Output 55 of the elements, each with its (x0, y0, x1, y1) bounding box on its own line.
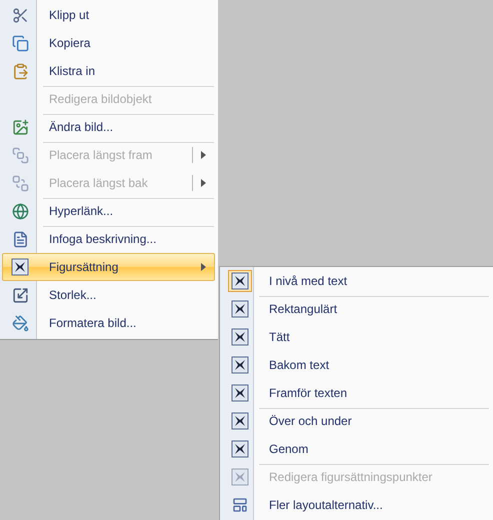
menu-item-label: Formatera bild... (48, 316, 138, 330)
menu-item-label: Placera längst bak (48, 176, 149, 190)
wrap-icon (231, 412, 249, 430)
wrap-icon (11, 258, 29, 276)
wrap-icon (231, 300, 249, 318)
paint-bucket-icon (12, 314, 28, 332)
copy-icon (12, 34, 28, 52)
menu-item-label: Storlek... (48, 288, 98, 302)
submenu-arrow-icon (201, 151, 206, 159)
menu-item[interactable]: Figursättning (2, 253, 215, 281)
menu-item-label: Klipp ut (48, 8, 90, 22)
picture-icon (12, 118, 28, 136)
submenu-arrow-icon (201, 179, 206, 187)
wrap-icon (231, 468, 249, 486)
menu-item[interactable]: Tätt (222, 323, 490, 351)
menu-item-label: Redigera bildobjekt (48, 92, 153, 106)
document-icon (12, 230, 28, 248)
scissors-icon (12, 6, 28, 24)
menu-item[interactable]: Klistra in (2, 57, 215, 85)
menu-item-label: Tätt (268, 330, 291, 344)
layers-icon (12, 146, 28, 164)
wrap-icon (231, 356, 249, 374)
menu-item-label: Redigera figursättningspunkter (268, 470, 434, 484)
layers-icon (12, 174, 28, 192)
wrap-icon (231, 328, 249, 346)
menu-item-label: Fler layoutalternativ... (268, 498, 384, 512)
menu-item[interactable]: Framför texten (222, 379, 490, 407)
menu-item-label: Figursättning (48, 260, 120, 274)
layout-icon (232, 497, 248, 513)
menu-item-label: Bakom text (268, 358, 330, 372)
menu-item[interactable]: Klipp ut (2, 1, 215, 29)
submenu-arrow-icon (201, 263, 206, 271)
menu-item[interactable]: Storlek... (2, 281, 215, 309)
menu-item[interactable]: I nivå med text (222, 267, 490, 295)
menu-item-label: I nivå med text (268, 274, 348, 288)
resize-icon (12, 286, 28, 304)
menu-item-label: Genom (268, 442, 310, 456)
menu-item-label: Ändra bild... (48, 120, 114, 134)
menu-item[interactable]: Kopiera (2, 29, 215, 57)
menu-item-label: Placera längst fram (48, 148, 154, 162)
menu-item[interactable]: Formatera bild... (2, 309, 215, 337)
menu-item[interactable]: Bakom text (222, 351, 490, 379)
menu-item-label: Infoga beskrivning... (48, 232, 158, 246)
globe-icon (12, 202, 28, 220)
menu-item-label: Framför texten (268, 386, 348, 400)
menu-item-label: Rektangulärt (268, 302, 338, 316)
menu-item-label: Hyperlänk... (48, 204, 114, 218)
wrap-icon (231, 384, 249, 402)
menu-item-label: Kopiera (48, 36, 92, 50)
menu-item[interactable]: Fler layoutalternativ... (222, 491, 490, 519)
menu-item-label: Över och under (268, 414, 353, 428)
menu-item-label: Klistra in (48, 64, 96, 78)
menu-item[interactable]: Genom (222, 435, 490, 463)
clipboard-icon (12, 62, 28, 80)
wrap-icon (231, 440, 249, 458)
